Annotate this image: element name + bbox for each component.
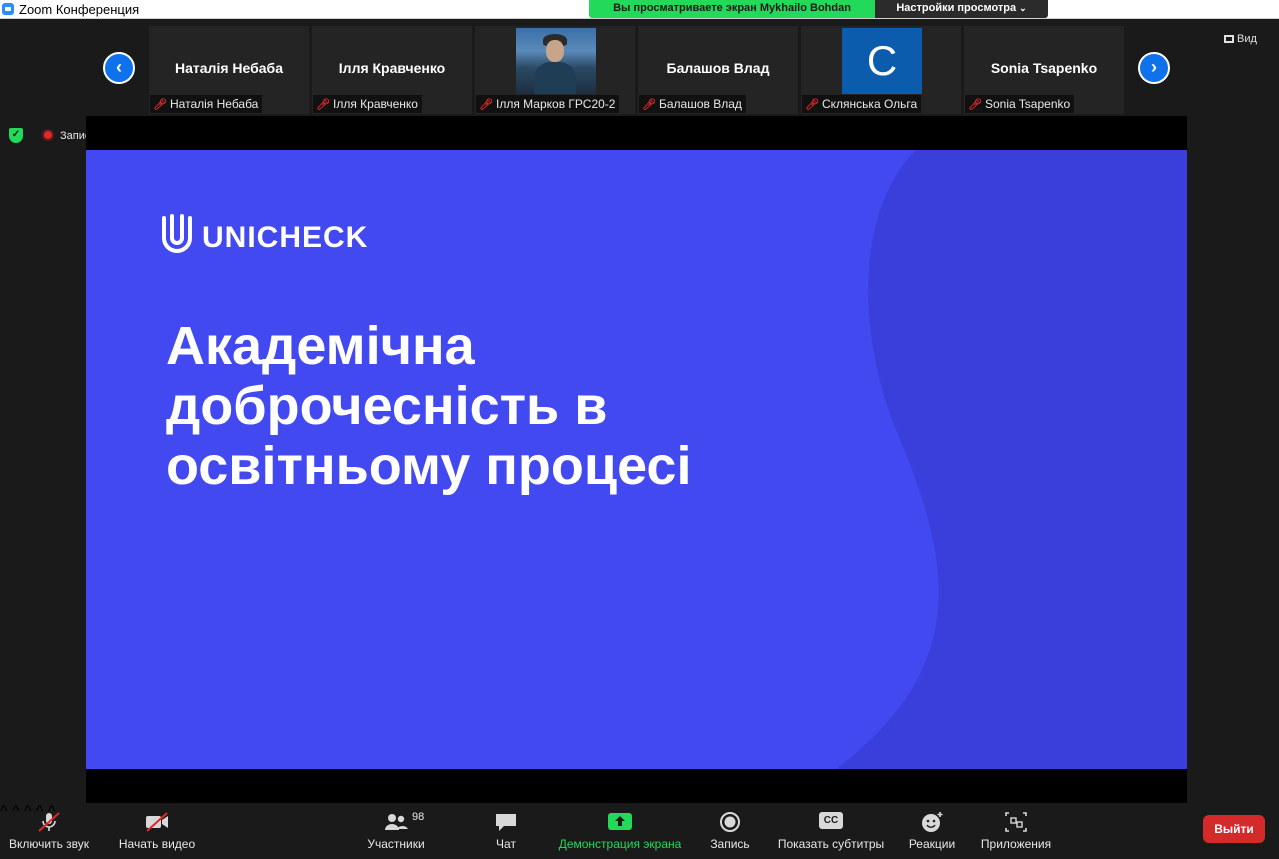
participant-label: 🎤︎ Sonia Tsapenko <box>965 95 1075 113</box>
participant-avatar: C <box>842 28 922 94</box>
participant-label-text: Sonia Tsapenko <box>985 97 1071 111</box>
zoom-window: Zoom Конференция Вы просматриваете экран… <box>0 0 1279 859</box>
share-screen-icon <box>608 813 632 830</box>
record-icon <box>720 812 740 832</box>
share-screen-label: Демонстрация экрана <box>558 837 682 851</box>
slide-title-line: Академічна <box>166 316 475 376</box>
grid-view-icon <box>1224 35 1234 43</box>
unmute-button[interactable]: Включить звук <box>0 803 98 859</box>
participant-label: 🎤︎ Наталія Небаба <box>150 95 263 113</box>
participant-label-text: Склянська Ольга <box>822 97 918 111</box>
participant-label-text: Балашов Влад <box>659 97 742 111</box>
slide-title-line: доброчесність в <box>166 376 608 436</box>
closed-captions-icon: CC <box>819 812 843 829</box>
participant-label-text: Наталія Небаба <box>170 97 259 111</box>
video-off-icon <box>146 812 168 832</box>
presentation-slide: UNICHECK Академічна доброчесність в осві… <box>86 150 1187 769</box>
slide-title-line: освітньому процесі <box>166 436 692 496</box>
view-options-label: Настройки просмотра <box>896 2 1017 14</box>
start-video-button[interactable]: Начать видео <box>112 803 202 859</box>
participant-tile[interactable]: C 🎤︎ Склянська Ольга <box>801 26 961 114</box>
security-shield-icon[interactable]: ✓ <box>9 128 23 143</box>
chevron-right-icon: › <box>1151 57 1157 77</box>
participant-display-name: Балашов Влад <box>666 60 770 76</box>
participant-label: 🎤︎ Ілля Кравченко <box>313 95 422 113</box>
record-label: Запись <box>710 837 750 851</box>
mic-muted-icon: 🎤︎ <box>153 99 167 111</box>
meeting-toolbar: Включить звук ^ Начать видео ^ Участники… <box>0 803 1279 859</box>
apps-icon <box>1005 812 1027 832</box>
participant-tile[interactable]: Балашов Влад 🎤︎ Балашов Влад <box>638 26 798 114</box>
mic-muted-icon: 🎤︎ <box>316 99 330 111</box>
record-button[interactable]: Запись <box>704 803 756 859</box>
zoom-app-icon <box>2 3 14 15</box>
window-title: Zoom Конференция <box>19 2 140 17</box>
chat-button[interactable]: Чат <box>486 803 526 859</box>
mic-muted-icon: 🎤︎ <box>805 99 819 111</box>
mic-muted-icon: 🎤︎ <box>968 99 982 111</box>
mic-off-icon <box>38 812 60 832</box>
view-options-menu[interactable]: Настройки просмотра ⌄ <box>875 0 1048 18</box>
gallery-prev-button[interactable]: ‹ <box>103 52 135 84</box>
chat-icon <box>496 814 516 831</box>
reactions-button[interactable]: Реакции <box>904 803 960 859</box>
mic-muted-icon: 🎤︎ <box>479 99 493 111</box>
unicheck-logo-icon <box>162 214 192 253</box>
show-captions-button[interactable]: CC Показать субтитры <box>774 803 888 859</box>
participant-label: 🎤︎ Склянська Ольга <box>802 95 922 113</box>
chevron-down-icon: ⌄ <box>1019 3 1027 13</box>
participants-label: Участники <box>367 837 425 851</box>
view-button-label: Вид <box>1237 33 1257 45</box>
leave-meeting-button[interactable]: Выйти <box>1203 815 1265 843</box>
participant-tile[interactable]: Sonia Tsapenko 🎤︎ Sonia Tsapenko <box>964 26 1124 114</box>
shared-screen: UNICHECK Академічна доброчесність в осві… <box>86 116 1187 803</box>
participant-tile[interactable]: 🎤︎ Ілля Марков ГРС20-2 <box>475 26 635 114</box>
participant-display-name: Sonia Tsapenko <box>990 60 1098 76</box>
view-button[interactable]: Вид <box>1224 33 1268 49</box>
record-dot-icon <box>42 129 54 141</box>
screen-share-banner: Вы просматриваете экран Mykhailo Bohdan <box>589 0 875 18</box>
reactions-label: Реакции <box>908 837 956 851</box>
apps-button[interactable]: Приложения <box>976 803 1056 859</box>
participant-tile[interactable]: Ілля Кравченко 🎤︎ Ілля Кравченко <box>312 26 472 114</box>
participant-tile[interactable]: Наталія Небаба 🎤︎ Наталія Небаба <box>149 26 309 114</box>
share-screen-button[interactable]: Демонстрация экрана <box>556 803 684 859</box>
participants-icon <box>385 814 408 830</box>
chat-label: Чат <box>496 837 516 851</box>
mic-muted-icon: 🎤︎ <box>642 99 656 111</box>
chevron-left-icon: ‹ <box>116 57 122 77</box>
participant-video <box>516 28 596 94</box>
brand-wordmark: UNICHECK <box>202 221 369 254</box>
participant-display-name: Ілля Кравченко <box>338 60 446 76</box>
participant-label-text: Ілля Марков ГРС20-2 <box>496 97 616 111</box>
participant-label: 🎤︎ Балашов Влад <box>639 95 746 113</box>
reactions-icon <box>922 812 943 832</box>
video-gallery-strip: ‹ Наталія Небаба 🎤︎ Наталія Небаба Ілля К… <box>0 20 1279 115</box>
video-body <box>534 62 576 94</box>
participant-label-text: Ілля Кравченко <box>333 97 418 111</box>
unmute-label: Включить звук <box>8 837 90 851</box>
video-face <box>546 40 564 62</box>
participant-label: 🎤︎ Ілля Марков ГРС20-2 <box>476 95 620 113</box>
participants-count: 98 <box>412 811 425 823</box>
start-video-label: Начать видео <box>118 837 196 851</box>
show-captions-label: Показать субтитры <box>777 837 885 851</box>
slide-title: Академічна доброчесність в освітньому пр… <box>166 316 866 496</box>
participant-display-name: Наталія Небаба <box>175 60 283 76</box>
apps-label: Приложения <box>980 837 1052 851</box>
gallery-next-button[interactable]: › <box>1138 52 1170 84</box>
